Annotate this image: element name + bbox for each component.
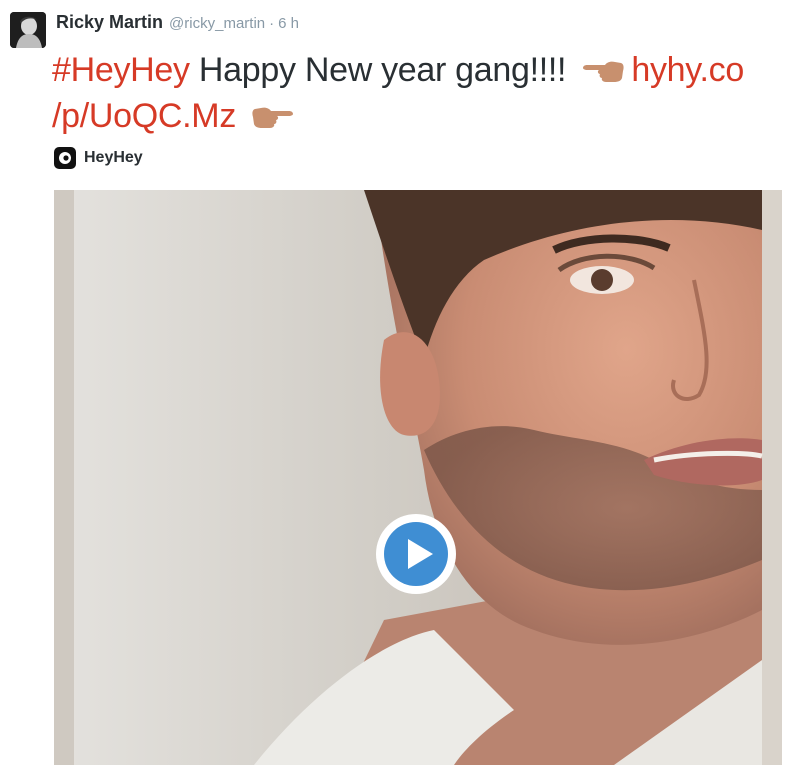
- tweet-text: #HeyHey Happy New year gang!!!! hyhy.co …: [52, 48, 792, 140]
- video-frame-image: [54, 190, 782, 765]
- video-thumbnail[interactable]: [54, 190, 782, 765]
- meta-separator: ·: [269, 15, 275, 32]
- source-name: HeyHey: [84, 149, 143, 166]
- play-button[interactable]: [375, 513, 457, 595]
- tweet-body: Happy New year gang!!!!: [198, 51, 567, 89]
- heyhey-logo-icon: [54, 147, 76, 169]
- url-link-part1[interactable]: hyhy.co: [631, 51, 744, 89]
- play-icon: [376, 514, 456, 594]
- card-source[interactable]: HeyHey: [54, 146, 143, 170]
- avatar[interactable]: [10, 12, 46, 48]
- tweet-header: Ricky Martin @ricky_martin · 6 h: [56, 12, 299, 36]
- user-handle[interactable]: @ricky_martin: [169, 15, 265, 32]
- avatar-image: [10, 12, 46, 48]
- tweet: Ricky Martin @ricky_martin · 6 h #HeyHey…: [0, 0, 800, 765]
- backhand-index-pointing-left-icon: [581, 50, 625, 94]
- url-link-part2[interactable]: /p/UoQC.Mz: [52, 97, 236, 135]
- backhand-index-pointing-right-icon: [251, 96, 295, 140]
- timestamp[interactable]: 6 h: [278, 15, 299, 32]
- hashtag-link[interactable]: #HeyHey: [52, 51, 190, 89]
- display-name[interactable]: Ricky Martin: [56, 12, 163, 33]
